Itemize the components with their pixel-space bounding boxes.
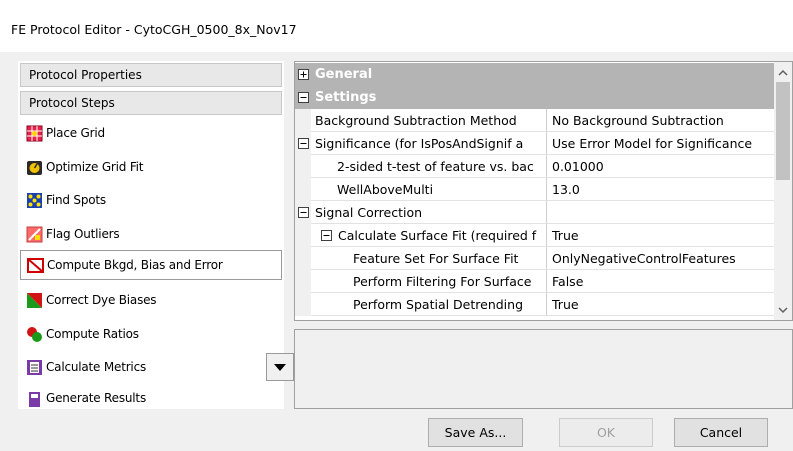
step-find-spots[interactable]: Find Spots [20,185,282,215]
property-name: Perform Filtering For Surface [311,270,547,293]
property-row-well-above-multi[interactable]: WellAboveMulti 13.0 [295,178,775,201]
property-value[interactable]: True [547,293,775,316]
property-value[interactable]: 13.0 [547,178,775,201]
title-bar: FE Protocol Editor - CytoCGH_0500_8x_Nov… [0,0,793,52]
property-row-spatial-detrending[interactable]: Perform Spatial Detrending True [295,293,775,316]
collapse-icon[interactable] [295,201,311,224]
category-label: Settings [315,90,377,105]
caret-down-icon [274,363,286,371]
step-label: Correct Dye Biases [46,293,157,307]
scrollbar-thumb[interactable] [776,82,790,180]
scroll-down-button[interactable] [266,353,294,381]
property-name: Signal Correction [311,201,547,224]
protocol-properties-button[interactable]: Protocol Properties [20,63,282,87]
property-row-background-subtraction[interactable]: Background Subtraction Method No Backgro… [295,109,775,132]
find-spots-icon [26,192,43,209]
property-row-calculate-surface-fit[interactable]: Calculate Surface Fit (required f True [295,224,775,247]
ok-button[interactable]: OK [559,418,653,447]
property-row-t-test[interactable]: 2-sided t-test of feature vs. bac 0.0100… [295,155,775,178]
save-as-button[interactable]: Save As... [428,418,523,447]
property-name-text: Calculate Surface Fit (required f [338,228,537,243]
property-value[interactable]: OnlyNegativeControlFeatures [547,247,775,270]
category-label: General [315,67,373,82]
cancel-button[interactable]: Cancel [674,418,768,447]
property-value[interactable]: True [547,224,775,247]
description-pane [294,329,793,409]
step-label: Generate Results [46,391,146,405]
step-label: Find Spots [46,193,106,207]
flag-outliers-icon [26,226,43,243]
step-optimize-grid-fit[interactable]: Optimize Grid Fit [20,152,282,182]
property-value[interactable]: No Background Subtraction [547,109,775,132]
property-value[interactable]: Use Error Model for Significance [547,132,775,155]
generate-results-icon [26,391,43,407]
collapse-icon[interactable] [295,132,311,155]
calculate-metrics-icon [26,359,43,376]
category-settings[interactable]: Settings [295,86,775,109]
correct-dye-biases-icon [26,292,43,309]
step-label: Flag Outliers [46,227,120,241]
expand-icon[interactable] [295,63,311,86]
step-generate-results[interactable]: Generate Results [20,383,282,407]
vertical-scrollbar[interactable] [774,62,792,320]
protocol-steps-button[interactable]: Protocol Steps [20,91,282,115]
step-compute-ratios[interactable]: Compute Ratios [20,319,282,349]
property-row-perform-filtering[interactable]: Perform Filtering For Surface False [295,270,775,293]
step-label: Compute Bkgd, Bias and Error [47,258,223,272]
compute-bkgd-icon [27,257,44,274]
collapse-icon[interactable] [321,230,334,241]
step-correct-dye-biases[interactable]: Correct Dye Biases [20,285,282,315]
category-general[interactable]: General [295,63,775,86]
step-compute-bkgd-bias-error[interactable]: Compute Bkgd, Bias and Error [20,250,282,280]
property-name: 2-sided t-test of feature vs. bac [311,155,547,178]
step-calculate-metrics[interactable]: Calculate Metrics [20,352,282,382]
property-row-significance[interactable]: Significance (for IsPosAndSignif a Use E… [295,132,775,155]
property-value[interactable]: 0.01000 [547,155,775,178]
step-flag-outliers[interactable]: Flag Outliers [20,219,282,249]
scroll-up-icon[interactable] [777,68,789,78]
step-label: Optimize Grid Fit [46,160,144,174]
place-grid-icon [26,125,43,142]
property-name: Calculate Surface Fit (required f [311,224,547,247]
property-grid: General Settings Background Subtraction … [294,61,793,321]
property-row-signal-correction[interactable]: Signal Correction [295,201,775,224]
property-name: Significance (for IsPosAndSignif a [311,132,547,155]
property-row-feature-set[interactable]: Feature Set For Surface Fit OnlyNegative… [295,247,775,270]
step-label: Place Grid [46,126,105,140]
step-place-grid[interactable]: Place Grid [20,118,282,148]
property-value[interactable]: False [547,270,775,293]
property-name: Feature Set For Surface Fit [311,247,547,270]
property-name: Background Subtraction Method [311,109,547,132]
property-value[interactable] [547,201,775,224]
property-name: WellAboveMulti [311,178,547,201]
protocol-panel: Protocol Properties Protocol Steps Place… [18,61,294,409]
scroll-down-icon[interactable] [777,305,789,315]
step-label: Calculate Metrics [46,360,147,374]
collapse-icon[interactable] [295,86,311,109]
compute-ratios-icon [26,326,43,343]
step-label: Compute Ratios [46,327,139,341]
optimize-grid-fit-icon [26,159,43,176]
property-name: Perform Spatial Detrending [311,293,547,316]
window-title: FE Protocol Editor - CytoCGH_0500_8x_Nov… [11,22,297,37]
